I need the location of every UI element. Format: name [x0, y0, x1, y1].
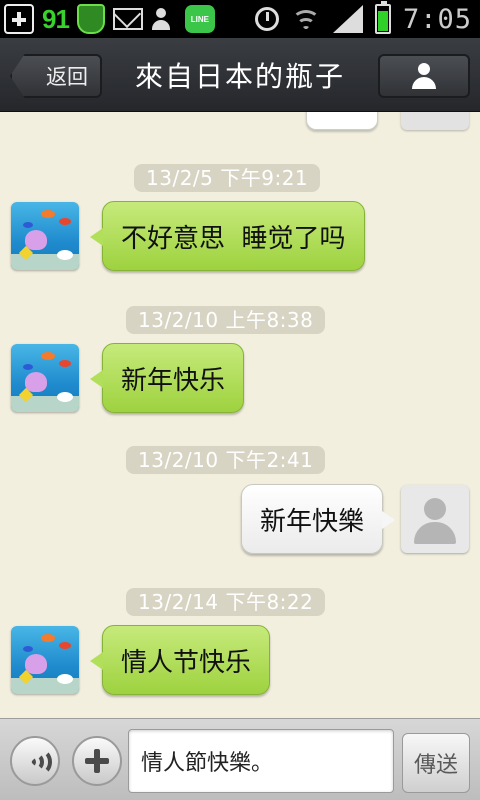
message-timestamp: 13/2/5 下午9:21 — [134, 164, 321, 192]
battery-icon — [374, 1, 391, 34]
previous-message-avatar — [401, 112, 469, 130]
status-time: 7:05 — [402, 3, 472, 35]
91-badge-icon: 91 — [42, 3, 70, 34]
chat-history[interactable]: 13/2/5 下午9:21 不好意思 睡觉了吗 13/2/10 上午8:38 新… — [0, 112, 480, 718]
message-timestamp: 13/2/14 下午8:22 — [126, 588, 326, 616]
message-input[interactable] — [128, 729, 394, 793]
status-bar: 91 LINE 7:05 — [0, 0, 480, 38]
mail-icon — [112, 8, 143, 30]
status-right-icons: 7:05 — [254, 1, 472, 36]
incoming-message-bubble[interactable]: 不好意思 睡觉了吗 — [90, 201, 365, 271]
message-timestamp: 13/2/10 下午2:41 — [126, 446, 326, 474]
shield-icon — [76, 4, 105, 34]
contact-avatar[interactable] — [11, 626, 79, 694]
contact-avatar[interactable] — [11, 202, 79, 270]
alarm-icon — [254, 7, 279, 31]
incoming-message-bubble[interactable]: 情人节快乐 — [89, 625, 271, 695]
chat-header: 返回 來自日本的瓶子 — [0, 38, 480, 112]
voice-icon — [26, 749, 52, 775]
message-input-bar: 傳送 — [0, 718, 480, 800]
send-button[interactable]: 傳送 — [402, 733, 470, 793]
add-attachment-button[interactable] — [72, 736, 122, 786]
profile-button[interactable] — [378, 54, 470, 98]
back-button[interactable]: 返回 — [10, 54, 102, 98]
add-contact-icon — [151, 6, 177, 32]
my-avatar[interactable] — [401, 485, 469, 553]
voice-button[interactable] — [10, 736, 60, 786]
contact-avatar[interactable] — [11, 344, 79, 412]
previous-message-bubble — [306, 112, 378, 130]
plus-icon — [85, 749, 109, 773]
page-title: 來自日本的瓶子 — [134, 60, 345, 93]
back-button-label: 返回 — [46, 65, 88, 89]
wifi-icon — [291, 6, 321, 32]
message-timestamp: 13/2/10 上午8:38 — [126, 306, 326, 334]
line-icon: LINE — [184, 5, 215, 33]
status-left-icons: 91 LINE — [4, 4, 215, 34]
add-icon — [4, 4, 34, 34]
incoming-message-bubble[interactable]: 新年快乐 — [89, 343, 245, 413]
signal-icon — [332, 5, 363, 33]
person-icon — [411, 63, 437, 89]
outgoing-message-bubble[interactable]: 新年快樂 — [241, 484, 396, 554]
